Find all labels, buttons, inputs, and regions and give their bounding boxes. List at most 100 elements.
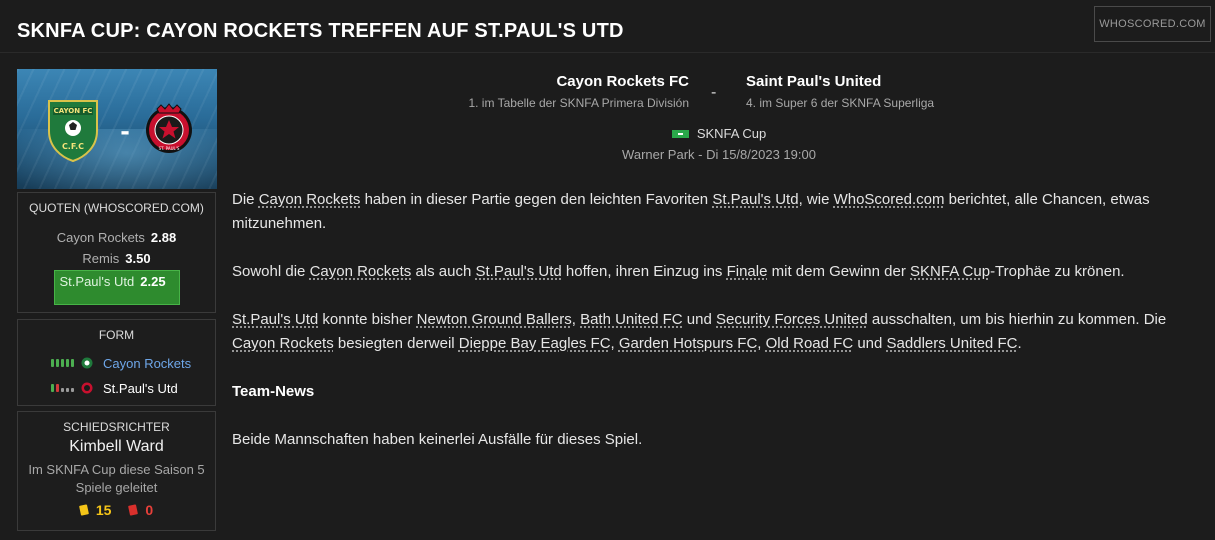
article-paragraph-2: Sowohl die Cayon Rockets als auch St.Pau…: [232, 260, 1212, 284]
text: ,: [610, 335, 619, 352]
text: und: [682, 311, 716, 328]
referee-cards: 15 0: [18, 502, 215, 518]
form-title: FORM: [98, 328, 135, 342]
home-team-name[interactable]: Cayon Rockets FC: [420, 73, 689, 90]
odds-away-label: St.Paul's Utd: [59, 274, 135, 289]
text: -Trophäe zu krönen.: [990, 263, 1125, 280]
article-paragraph-1: Die Cayon Rockets haben in dieser Partie…: [232, 188, 1212, 236]
text: Die: [232, 191, 259, 208]
st-pauls-mini-crest-icon: [81, 382, 93, 394]
competition-name: SKNFA Cup: [696, 126, 767, 141]
odds-draw-value: 3.50: [125, 251, 151, 266]
text: ausschalten, um bis hierhin zu kommen. D…: [867, 311, 1167, 328]
match-venue-date: Warner Park - Di 15/8/2023 19:00: [622, 147, 816, 162]
referee-panel: SCHIEDSRICHTER Kimbell Ward Im SKNFA Cup…: [17, 411, 216, 531]
article-paragraph-4: Beide Mannschaften haben keinerlei Ausfä…: [232, 431, 643, 448]
home-team-block: Cayon Rockets FC 1. im Tabelle der SKNFA…: [420, 73, 689, 110]
whoscored-brand-link[interactable]: WHOSCORED.COM: [1094, 6, 1211, 42]
form-away-team-link[interactable]: St.Paul's Utd: [103, 381, 178, 396]
form-result-win: [66, 359, 69, 367]
team-link-old-road[interactable]: Old Road FC: [766, 335, 854, 352]
home-crest-text: CAYON FC: [54, 107, 93, 115]
form-result-loss: [56, 384, 59, 392]
home-team-standing: 1. im Tabelle der SKNFA Primera División: [468, 96, 689, 110]
team-link-st-pauls[interactable]: St.Paul's Utd: [712, 191, 798, 208]
team-link-st-pauls[interactable]: St.Paul's Utd: [476, 263, 562, 280]
yellow-card-count: 15: [95, 502, 112, 518]
away-team-block: Saint Paul's United 4. im Super 6 der SK…: [746, 73, 1046, 110]
text: mit dem Gewinn der: [767, 263, 911, 280]
away-team-name[interactable]: Saint Paul's United: [746, 73, 1046, 90]
match-separator: -: [711, 84, 717, 101]
odds-draw-label: Remis: [82, 251, 120, 266]
text: , wie: [798, 191, 834, 208]
team-link-newton-ground[interactable]: Newton Ground Ballers: [417, 311, 572, 328]
team-news-heading: Team-News: [232, 383, 315, 400]
odds-panel: QUOTEN (WHOSCORED.COM) Cayon Rockets 2.88…: [17, 192, 216, 313]
header-divider: [0, 52, 1215, 53]
finale-link[interactable]: Finale: [727, 263, 768, 280]
form-result-win: [56, 359, 59, 367]
odds-title: QUOTEN (WHOSCORED.COM): [29, 201, 204, 215]
odds-home-label: Cayon Rockets: [56, 230, 145, 245]
form-home-team-link[interactable]: Cayon Rockets: [103, 356, 191, 371]
form-result-win: [51, 359, 54, 367]
st-pauls-crest-icon: ST. PAUL'S: [146, 103, 192, 153]
form-result-win: [71, 359, 74, 367]
team-link-st-pauls[interactable]: St.Paul's Utd: [232, 311, 318, 328]
form-row-away[interactable]: St.Paul's Utd: [51, 380, 178, 396]
odds-away-value: 2.25: [140, 274, 166, 289]
text: Sowohl die: [232, 263, 310, 280]
text: und: [853, 335, 887, 352]
banner-separator: -: [120, 115, 130, 146]
red-card-icon: [128, 504, 139, 516]
text: besiegten derweil: [333, 335, 459, 352]
team-link-garden-hotspurs[interactable]: Garden Hotspurs FC: [619, 335, 757, 352]
referee-title: SCHIEDSRICHTER: [63, 420, 170, 434]
text: .: [1017, 335, 1022, 352]
odds-row-home[interactable]: Cayon Rockets 2.88: [18, 230, 215, 245]
match-preview-article: Die Cayon Rockets haben in dieser Partie…: [232, 188, 1212, 476]
team-link-security-forces[interactable]: Security Forces United: [716, 311, 868, 328]
form-result-win: [61, 359, 64, 367]
away-crest-text: ST. PAUL'S: [159, 146, 180, 151]
page-title: SKNFA CUP: CAYON ROCKETS TREFFEN AUF ST.…: [17, 20, 624, 42]
competition-link[interactable]: SKNFA Cup: [910, 263, 990, 280]
form-result-draw: [71, 388, 74, 392]
odds-row-draw[interactable]: Remis 3.50: [18, 251, 215, 266]
form-bars-away: [51, 384, 77, 392]
team-link-bath-united[interactable]: Bath United FC: [580, 311, 683, 328]
team-link-cayon[interactable]: Cayon Rockets: [310, 263, 412, 280]
form-result-draw: [66, 388, 69, 392]
text: ,: [757, 335, 766, 352]
referee-name: Kimbell Ward: [69, 438, 164, 455]
away-team-standing: 4. im Super 6 der SKNFA Superliga: [746, 96, 935, 110]
text: ,: [571, 311, 581, 328]
text: konnte bisher: [318, 311, 417, 328]
form-bars-home: [51, 359, 77, 367]
form-row-home[interactable]: Cayon Rockets: [51, 355, 191, 371]
cayon-fc-crest-icon: CAYON FC C.F.C: [48, 100, 98, 163]
whoscored-link[interactable]: WhoScored.com: [834, 191, 945, 208]
form-panel: FORM Cayon Rockets St.Paul's Utd: [17, 319, 216, 406]
odds-favorite-away[interactable]: St.Paul's Utd 2.25: [53, 270, 180, 305]
text: als auch: [411, 263, 476, 280]
home-crest-initials: C.F.C: [62, 142, 84, 151]
competition[interactable]: SKNFA Cup: [560, 126, 878, 141]
text: hoffen, ihren Einzug ins: [561, 263, 727, 280]
form-result-win: [51, 384, 54, 392]
article-paragraph-3: St.Paul's Utd konnte bisher Newton Groun…: [232, 308, 1212, 356]
team-link-saddlers[interactable]: Saddlers United FC: [887, 335, 1018, 352]
odds-home-value: 2.88: [150, 230, 177, 245]
yellow-card-icon: [78, 504, 89, 516]
referee-stat: Im SKNFA Cup diese Saison 5 Spiele gelei…: [28, 462, 205, 495]
team-link-cayon[interactable]: Cayon Rockets: [259, 191, 361, 208]
red-card-count: 0: [145, 502, 154, 518]
cayon-mini-crest-icon: [81, 357, 93, 369]
match-banner: CAYON FC C.F.C - ST. PAUL'S: [17, 69, 217, 189]
form-result-draw: [61, 388, 64, 392]
text: haben in dieser Partie gegen den leichte…: [360, 191, 713, 208]
competition-flag-icon: [671, 129, 689, 138]
team-link-cayon[interactable]: Cayon Rockets: [232, 335, 334, 352]
team-link-dieppe-bay[interactable]: Dieppe Bay Eagles FC: [459, 335, 611, 352]
